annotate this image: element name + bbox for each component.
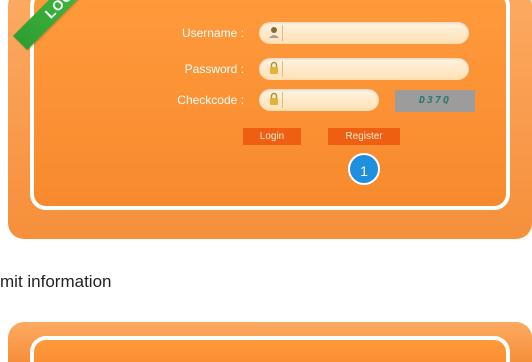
- register-button[interactable]: Register: [328, 128, 400, 145]
- bottom-panel: [8, 322, 532, 362]
- checkcode-input[interactable]: [291, 89, 369, 113]
- captcha-image[interactable]: D37Q: [395, 90, 475, 112]
- checkcode-label: Checkcode :: [177, 93, 244, 107]
- password-field[interactable]: [259, 58, 469, 82]
- checkcode-field[interactable]: [259, 89, 379, 113]
- username-field[interactable]: [259, 22, 469, 46]
- username-row: Username :: [34, 20, 514, 46]
- step-badge: 1: [348, 153, 380, 185]
- bottom-form-container: [30, 336, 510, 362]
- checkcode-row: Checkcode : D37Q: [34, 87, 514, 113]
- lock-icon: [267, 61, 283, 77]
- instruction-text: mit information: [0, 272, 112, 291]
- lock-icon: [267, 92, 283, 108]
- user-icon: [267, 25, 283, 41]
- password-label: Password :: [184, 62, 244, 76]
- login-panel: LOG Username : Password : Checkcode: D3…: [8, 0, 532, 239]
- username-label: Username :: [181, 26, 244, 40]
- username-input[interactable]: [291, 22, 459, 46]
- login-form-container: LOG Username : Password : Checkcode: D3…: [13, 0, 510, 210]
- password-input[interactable]: [291, 58, 459, 82]
- password-row: Password :: [34, 56, 514, 82]
- login-button[interactable]: Login: [243, 128, 301, 145]
